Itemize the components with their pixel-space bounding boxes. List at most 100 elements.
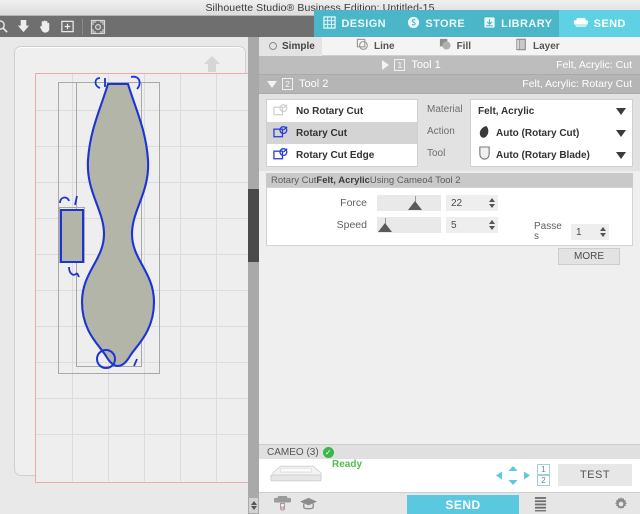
cutter-icon bbox=[573, 16, 589, 31]
tab-send-label: SEND bbox=[594, 18, 626, 30]
force-label: Force bbox=[267, 197, 377, 209]
tab-store-label: STORE bbox=[425, 18, 465, 30]
rotary-blade-tip-icon bbox=[478, 125, 491, 142]
material-value: Felt, Acrylic bbox=[478, 106, 611, 117]
device-status: Ready bbox=[332, 459, 362, 470]
mode-line[interactable]: Line bbox=[344, 37, 409, 56]
action-dropdown[interactable]: Auto (Rotary Cut) bbox=[471, 122, 632, 144]
device-bar: CAMEO (3) ✓ bbox=[259, 444, 640, 459]
mode-layer[interactable]: Layer bbox=[503, 37, 574, 56]
page-selector[interactable]: 1 2 bbox=[537, 464, 550, 486]
tool-value: Auto (Rotary Blade) bbox=[496, 150, 611, 161]
mode-simple-label: Simple bbox=[282, 41, 315, 52]
field-labels: Material Action Tool bbox=[418, 99, 470, 167]
tool-2-number: 2 bbox=[282, 78, 293, 90]
tool-1-summary: Felt, Acrylic: Cut bbox=[556, 59, 632, 71]
material-label: Material bbox=[427, 99, 470, 121]
tool-2-summary: Felt, Acrylic: Rotary Cut bbox=[522, 78, 632, 90]
tab-send[interactable]: SEND bbox=[559, 10, 640, 37]
cutting-mat bbox=[14, 46, 246, 476]
design-canvas[interactable] bbox=[0, 37, 248, 514]
rotary-cut-icon bbox=[273, 125, 290, 142]
layer-icon bbox=[515, 38, 528, 54]
force-row: Force 22 bbox=[267, 194, 632, 212]
registration-marks-icon[interactable] bbox=[87, 16, 109, 37]
send-panel: Simple Line Fill Layer bbox=[259, 37, 640, 514]
force-stepper[interactable] bbox=[486, 195, 498, 211]
chevron-right-icon[interactable] bbox=[382, 60, 389, 70]
field-dropdowns: Felt, Acrylic Auto (Rotary Cut) Auto (Ro… bbox=[470, 99, 633, 167]
toolbar-divider bbox=[82, 19, 83, 35]
device-name: CAMEO (3) bbox=[267, 447, 319, 458]
cut-summary-bar: Rotary Cut Felt, Acrylic Using Cameo4 To… bbox=[266, 173, 633, 187]
tab-design[interactable]: DESIGN bbox=[314, 10, 396, 37]
pan-hand-icon[interactable] bbox=[34, 16, 56, 37]
scrollbar-thumb[interactable] bbox=[248, 189, 259, 262]
fit-to-window-icon[interactable] bbox=[56, 16, 78, 37]
speed-value[interactable]: 5 bbox=[446, 217, 486, 233]
tool-1-number: 1 bbox=[394, 59, 405, 71]
material-dropdown[interactable]: Felt, Acrylic bbox=[471, 100, 632, 122]
tab-design-label: DESIGN bbox=[341, 18, 386, 30]
passes-stepper[interactable] bbox=[597, 224, 609, 240]
canvas-vertical-scrollbar[interactable] bbox=[248, 37, 259, 497]
option-rotary-cut[interactable]: Rotary Cut bbox=[267, 122, 417, 144]
settings-gear-icon[interactable] bbox=[608, 493, 634, 514]
fill-icon bbox=[439, 38, 452, 54]
tool-settings: No Rotary Cut Rotary Cut Rotary Cut Edge… bbox=[259, 94, 640, 171]
tool-row-1[interactable]: 1 Tool 1 Felt, Acrylic: Cut bbox=[259, 56, 640, 75]
action-label: Action bbox=[427, 121, 470, 143]
vase-shape[interactable] bbox=[36, 74, 236, 474]
svg-text:a: a bbox=[280, 505, 283, 511]
grid-icon bbox=[323, 16, 336, 32]
cut-summary-prefix: Rotary Cut bbox=[271, 175, 316, 186]
option-no-rotary-cut-label: No Rotary Cut bbox=[296, 106, 363, 117]
cameo-machine-icon bbox=[267, 461, 325, 490]
mode-simple[interactable]: Simple bbox=[259, 37, 322, 56]
send-mode-bar: Simple Line Fill Layer bbox=[259, 37, 640, 56]
page-1[interactable]: 1 bbox=[537, 464, 550, 475]
passes-label-line2: s bbox=[534, 232, 567, 242]
mode-fill-label: Fill bbox=[457, 41, 471, 52]
zoom-icon[interactable] bbox=[0, 16, 12, 37]
tab-library[interactable]: LIBRARY bbox=[477, 10, 559, 37]
chevron-down-icon[interactable] bbox=[616, 152, 626, 159]
send-button[interactable]: SEND bbox=[407, 495, 519, 514]
chevron-down-icon[interactable] bbox=[616, 130, 626, 137]
tab-store[interactable]: STORE bbox=[396, 10, 478, 37]
layers-list-icon[interactable] bbox=[527, 493, 553, 514]
more-button[interactable]: MORE bbox=[558, 248, 620, 265]
cut-summary-material: Felt, Acrylic bbox=[316, 175, 370, 186]
rotary-options-list: No Rotary Cut Rotary Cut Rotary Cut Edge bbox=[266, 99, 418, 167]
speed-stepper[interactable] bbox=[486, 217, 498, 233]
force-value[interactable]: 22 bbox=[446, 195, 486, 211]
option-rotary-cut-label: Rotary Cut bbox=[296, 128, 347, 139]
rotary-blade-icon bbox=[478, 146, 491, 164]
passes-value[interactable]: 1 bbox=[571, 224, 597, 240]
app-window: Silhouette Studio® Business Edition: Unt… bbox=[0, 0, 640, 514]
tool-row-2[interactable]: 2 Tool 2 Felt, Acrylic: Rotary Cut bbox=[259, 75, 640, 94]
option-no-rotary-cut[interactable]: No Rotary Cut bbox=[267, 100, 417, 122]
tool-1-label: Tool 1 bbox=[411, 59, 440, 71]
tutorial-graduation-cap-icon[interactable] bbox=[295, 493, 321, 514]
mode-fill[interactable]: Fill bbox=[427, 37, 485, 56]
device-status-row: Ready 1 2 TEST bbox=[259, 459, 640, 492]
download-arrow-icon[interactable] bbox=[12, 16, 34, 37]
speed-label: Speed bbox=[267, 219, 377, 231]
page-2[interactable]: 2 bbox=[537, 475, 550, 486]
option-rotary-cut-edge[interactable]: Rotary Cut Edge bbox=[267, 144, 417, 166]
chevron-down-icon[interactable] bbox=[267, 81, 277, 88]
test-cut-icon[interactable]: a bbox=[269, 493, 295, 514]
scrollbar-stepper[interactable] bbox=[248, 497, 259, 514]
cut-summary-suffix: Using Cameo4 Tool 2 bbox=[370, 175, 461, 186]
passes-block: Passe s 1 MORE bbox=[534, 222, 626, 265]
tool-dropdown[interactable]: Auto (Rotary Blade) bbox=[471, 144, 632, 166]
speed-slider[interactable] bbox=[377, 217, 441, 233]
test-button[interactable]: TEST bbox=[558, 464, 632, 486]
store-icon bbox=[407, 16, 420, 32]
chevron-down-icon[interactable] bbox=[616, 108, 626, 115]
send-action-bar: a SEND bbox=[259, 492, 640, 514]
nudge-arrows-icon[interactable] bbox=[496, 466, 530, 485]
force-slider[interactable] bbox=[377, 195, 441, 211]
tool-label: Tool bbox=[427, 143, 470, 165]
